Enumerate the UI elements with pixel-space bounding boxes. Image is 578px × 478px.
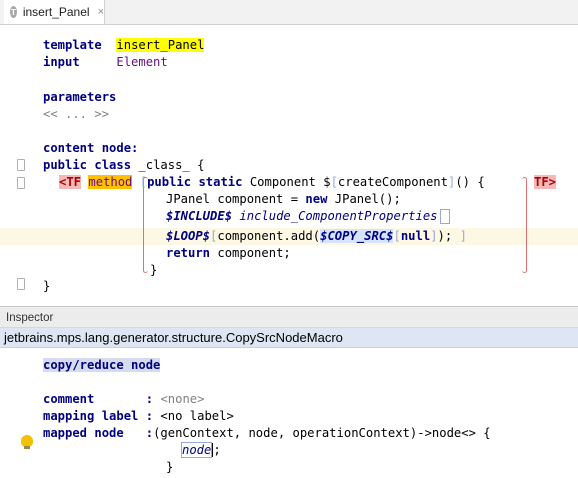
parameters-placeholder-line[interactable]: << ... >>	[43, 106, 109, 123]
method-close-brace: }	[150, 262, 157, 279]
tf-block-left-border	[143, 177, 148, 273]
statement-loop[interactable]: $LOOP$[component.add($COPY_SRC$[null]); …	[166, 228, 467, 245]
content-node-keyword: content node:	[43, 141, 139, 155]
tf-open-tag[interactable]: <TF	[59, 175, 82, 189]
return-keyword: return	[166, 246, 211, 260]
tf-close-line: TF>	[534, 174, 557, 191]
mapped-node-signature[interactable]: (genContext, node, operationContext)->no…	[153, 426, 491, 440]
method-close: }	[150, 263, 158, 277]
bracket-open: [	[139, 175, 148, 189]
mapped-node-body[interactable]: node;	[180, 442, 221, 459]
statement-jpanel[interactable]: JPanel component = new JPanel();	[166, 191, 401, 208]
bracket-close: ]	[459, 229, 467, 243]
mapping-label-label: mapping label	[43, 409, 139, 423]
method-name[interactable]: createComponent	[338, 175, 448, 189]
template-line: template insert_Panel	[43, 37, 205, 54]
lightbulb-icon[interactable]	[21, 435, 33, 449]
tab-bar: T insert_Panel ×	[0, 0, 578, 25]
bracket-open: [	[393, 229, 401, 243]
statement-return[interactable]: return component;	[166, 245, 291, 262]
loop-call-end: );	[437, 229, 453, 243]
class-declaration-line[interactable]: public class _class_ {	[43, 157, 204, 174]
fold-marker-icon[interactable]	[17, 278, 25, 290]
tf-close-tag[interactable]: TF>	[534, 175, 557, 189]
inspector-editor[interactable]: copy/reduce node comment : <none> mappin…	[0, 349, 578, 478]
input-keyword: input	[43, 55, 80, 69]
mapping-label-value[interactable]: <no label>	[160, 409, 233, 423]
bracket-close: ]	[430, 229, 438, 243]
mapped-node-row[interactable]: mapped node :(genContext, node, operatio…	[43, 425, 491, 442]
fold-marker-icon[interactable]	[17, 177, 25, 189]
null-keyword[interactable]: null	[401, 229, 430, 243]
code-editor[interactable]: template insert_Panel input Element para…	[0, 25, 578, 305]
return-value: component;	[210, 246, 291, 260]
comment-label: comment	[43, 392, 95, 406]
stmt-jpanel-text: JPanel component =	[166, 192, 306, 206]
content-node-line: content node:	[43, 140, 138, 157]
parameters-placeholder[interactable]: << ... >>	[43, 107, 109, 121]
class-close-brace: }	[43, 278, 50, 295]
mapping-label-row[interactable]: mapping label : <no label>	[43, 408, 234, 425]
class-public-keyword: public	[43, 158, 88, 172]
class-name[interactable]: _class_ {	[138, 158, 204, 172]
mapped-node-expression[interactable]: node	[180, 442, 213, 458]
method-public-keyword: public	[147, 175, 192, 189]
close-icon[interactable]: ×	[98, 6, 104, 18]
bracket-open: [	[330, 175, 338, 189]
class-keyword: class	[94, 158, 132, 172]
method-params: () {	[455, 175, 485, 189]
template-name[interactable]: insert_Panel	[116, 38, 205, 52]
include-macro[interactable]: $INCLUDE$	[166, 209, 232, 223]
method-return-type[interactable]: Component	[250, 175, 316, 189]
copy-src-macro[interactable]: $COPY_SRC$	[320, 229, 394, 243]
mapped-node-close: }	[166, 459, 173, 476]
inspector-header[interactable]: Inspector	[0, 306, 578, 328]
mapping-label-colon: :	[145, 409, 154, 423]
template-keyword: template	[43, 38, 102, 52]
template-icon: T	[10, 6, 17, 18]
comment-value[interactable]: <none>	[160, 392, 204, 406]
input-line: input Element	[43, 54, 168, 71]
include-reference[interactable]: include_ComponentProperties	[239, 209, 437, 223]
mapped-node-colon: :	[145, 426, 154, 440]
new-keyword: new	[305, 192, 328, 206]
parameters-line: parameters	[43, 89, 116, 106]
comment-colon: :	[145, 392, 154, 406]
loop-macro[interactable]: $LOOP$	[166, 229, 210, 243]
fold-marker-icon[interactable]	[17, 159, 25, 171]
method-static-keyword: static	[198, 175, 243, 189]
statement-include[interactable]: $INCLUDE$ include_ComponentProperties	[166, 208, 450, 225]
mapped-node-semicolon: ;	[213, 443, 221, 457]
loop-call: component.add(	[217, 229, 321, 243]
macro-title-line: copy/reduce node	[43, 357, 161, 374]
mapped-node-label: mapped node	[43, 426, 124, 440]
macro-title: copy/reduce node	[43, 358, 161, 372]
input-concept[interactable]: Element	[116, 55, 167, 69]
empty-bracket-icon	[439, 209, 450, 224]
comment-row[interactable]: comment : <none>	[43, 391, 204, 408]
mapped-node-close-brace: }	[166, 460, 174, 474]
inspector-concept-name: jetbrains.mps.lang.generator.structure.C…	[0, 328, 578, 348]
tab-title: insert_Panel	[22, 5, 90, 19]
tf-block-right-border	[522, 177, 527, 273]
method-dollar: $	[323, 175, 331, 189]
parameters-keyword: parameters	[43, 90, 117, 104]
method-declaration-line[interactable]: <TF method [public static Component $[cr…	[59, 174, 485, 191]
method-label[interactable]: method	[88, 175, 133, 189]
tab-insert-panel[interactable]: T insert_Panel ×	[4, 0, 105, 24]
mps-editor-window: T insert_Panel × template insert_Panel i…	[0, 0, 578, 478]
class-close: }	[43, 279, 51, 293]
stmt-jpanel-tail: JPanel();	[327, 192, 401, 206]
